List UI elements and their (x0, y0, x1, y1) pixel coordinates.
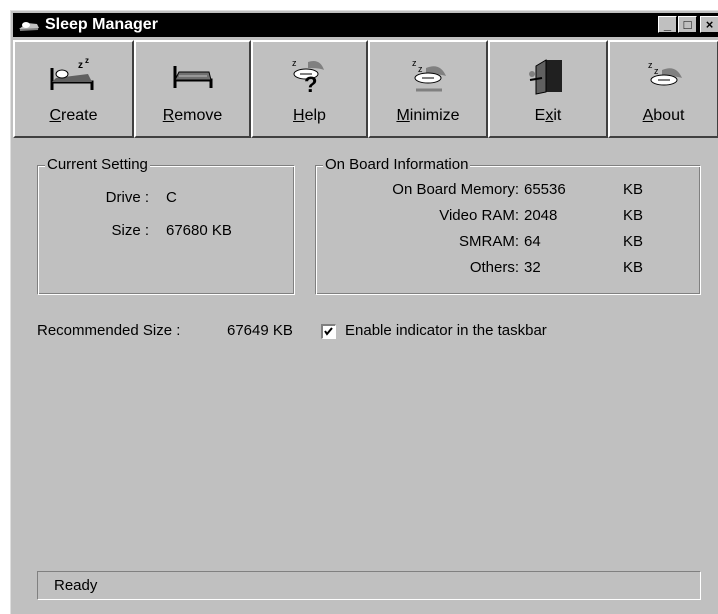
drive-value: C (166, 189, 177, 206)
others-value: 32 (524, 259, 541, 276)
onboard-memory-label: On Board Memory: (392, 181, 519, 198)
smram-value: 64 (524, 233, 541, 250)
taskbar-indicator-checkbox[interactable] (321, 324, 336, 339)
create-button[interactable]: z z Create (13, 40, 134, 138)
video-ram-label: Video RAM: (439, 207, 519, 224)
size-label: Size : (111, 222, 149, 239)
others-unit: KB (623, 259, 644, 276)
minimize-window-button[interactable]: _ (658, 16, 677, 33)
exit-button[interactable]: Exit (488, 40, 608, 138)
svg-text:z: z (292, 58, 297, 68)
video-ram-value: 2048 (524, 207, 558, 224)
checkmark-icon (324, 327, 333, 336)
svg-text:?: ? (304, 72, 317, 96)
recommended-size-label: Recommended Size : (37, 322, 181, 339)
help-sleeper-icon: z ? (292, 58, 324, 96)
smram-unit: KB (623, 233, 644, 250)
about-sleeper-icon: z z (648, 60, 682, 86)
others-label: Others: (469, 259, 519, 276)
minimize-button[interactable]: z z Minimize (368, 40, 488, 138)
taskbar-indicator-label[interactable]: Enable indicator in the taskbar (345, 322, 547, 340)
help-label: Help (293, 107, 326, 124)
toolbar: z z Create Remove z ? Help z z Minimize … (13, 40, 718, 138)
bed-sleep-icon: z z (50, 56, 93, 90)
onboard-information-legend: On Board Information (323, 156, 471, 174)
onboard-memory-unit: KB (623, 181, 644, 198)
maximize-window-button[interactable]: □ (678, 16, 697, 33)
smram-label: SMRAM: (459, 233, 519, 250)
title-bar[interactable]: Sleep Manager _ □ × (13, 13, 718, 37)
sleeper-icon: z z (412, 58, 446, 92)
drive-label: Drive : (105, 189, 149, 206)
status-bar: Ready (37, 571, 701, 600)
minimize-label: Minimize (396, 107, 460, 124)
remove-label: Remove (162, 107, 223, 124)
svg-text:z: z (85, 56, 89, 65)
size-value: 67680 KB (166, 222, 232, 239)
recommended-size-value: 67649 KB (227, 322, 293, 339)
onboard-memory-value: 65536 (524, 181, 566, 198)
app-sleeper-icon (19, 22, 39, 31)
window-title: Sleep Manager (45, 16, 158, 33)
svg-text:z: z (654, 66, 659, 76)
sleep-manager-window: Sleep Manager _ □ × z z Create Remove z … (10, 10, 718, 614)
svg-text:z: z (648, 60, 653, 70)
current-setting-legend: Current Setting (45, 156, 150, 174)
about-button[interactable]: z z About (608, 40, 718, 138)
close-window-button[interactable]: × (700, 16, 718, 33)
help-button[interactable]: z ? Help (251, 40, 368, 138)
svg-text:z: z (412, 58, 417, 68)
bed-remove-icon (173, 66, 212, 88)
exit-door-icon (529, 59, 562, 95)
video-ram-unit: KB (623, 207, 644, 224)
exit-label: Exit (534, 107, 562, 124)
create-label: Create (49, 107, 98, 124)
status-text: Ready (54, 577, 98, 594)
svg-text:z: z (418, 64, 423, 74)
about-label: About (642, 107, 685, 124)
remove-button[interactable]: Remove (134, 40, 251, 138)
svg-text:z: z (78, 60, 83, 71)
